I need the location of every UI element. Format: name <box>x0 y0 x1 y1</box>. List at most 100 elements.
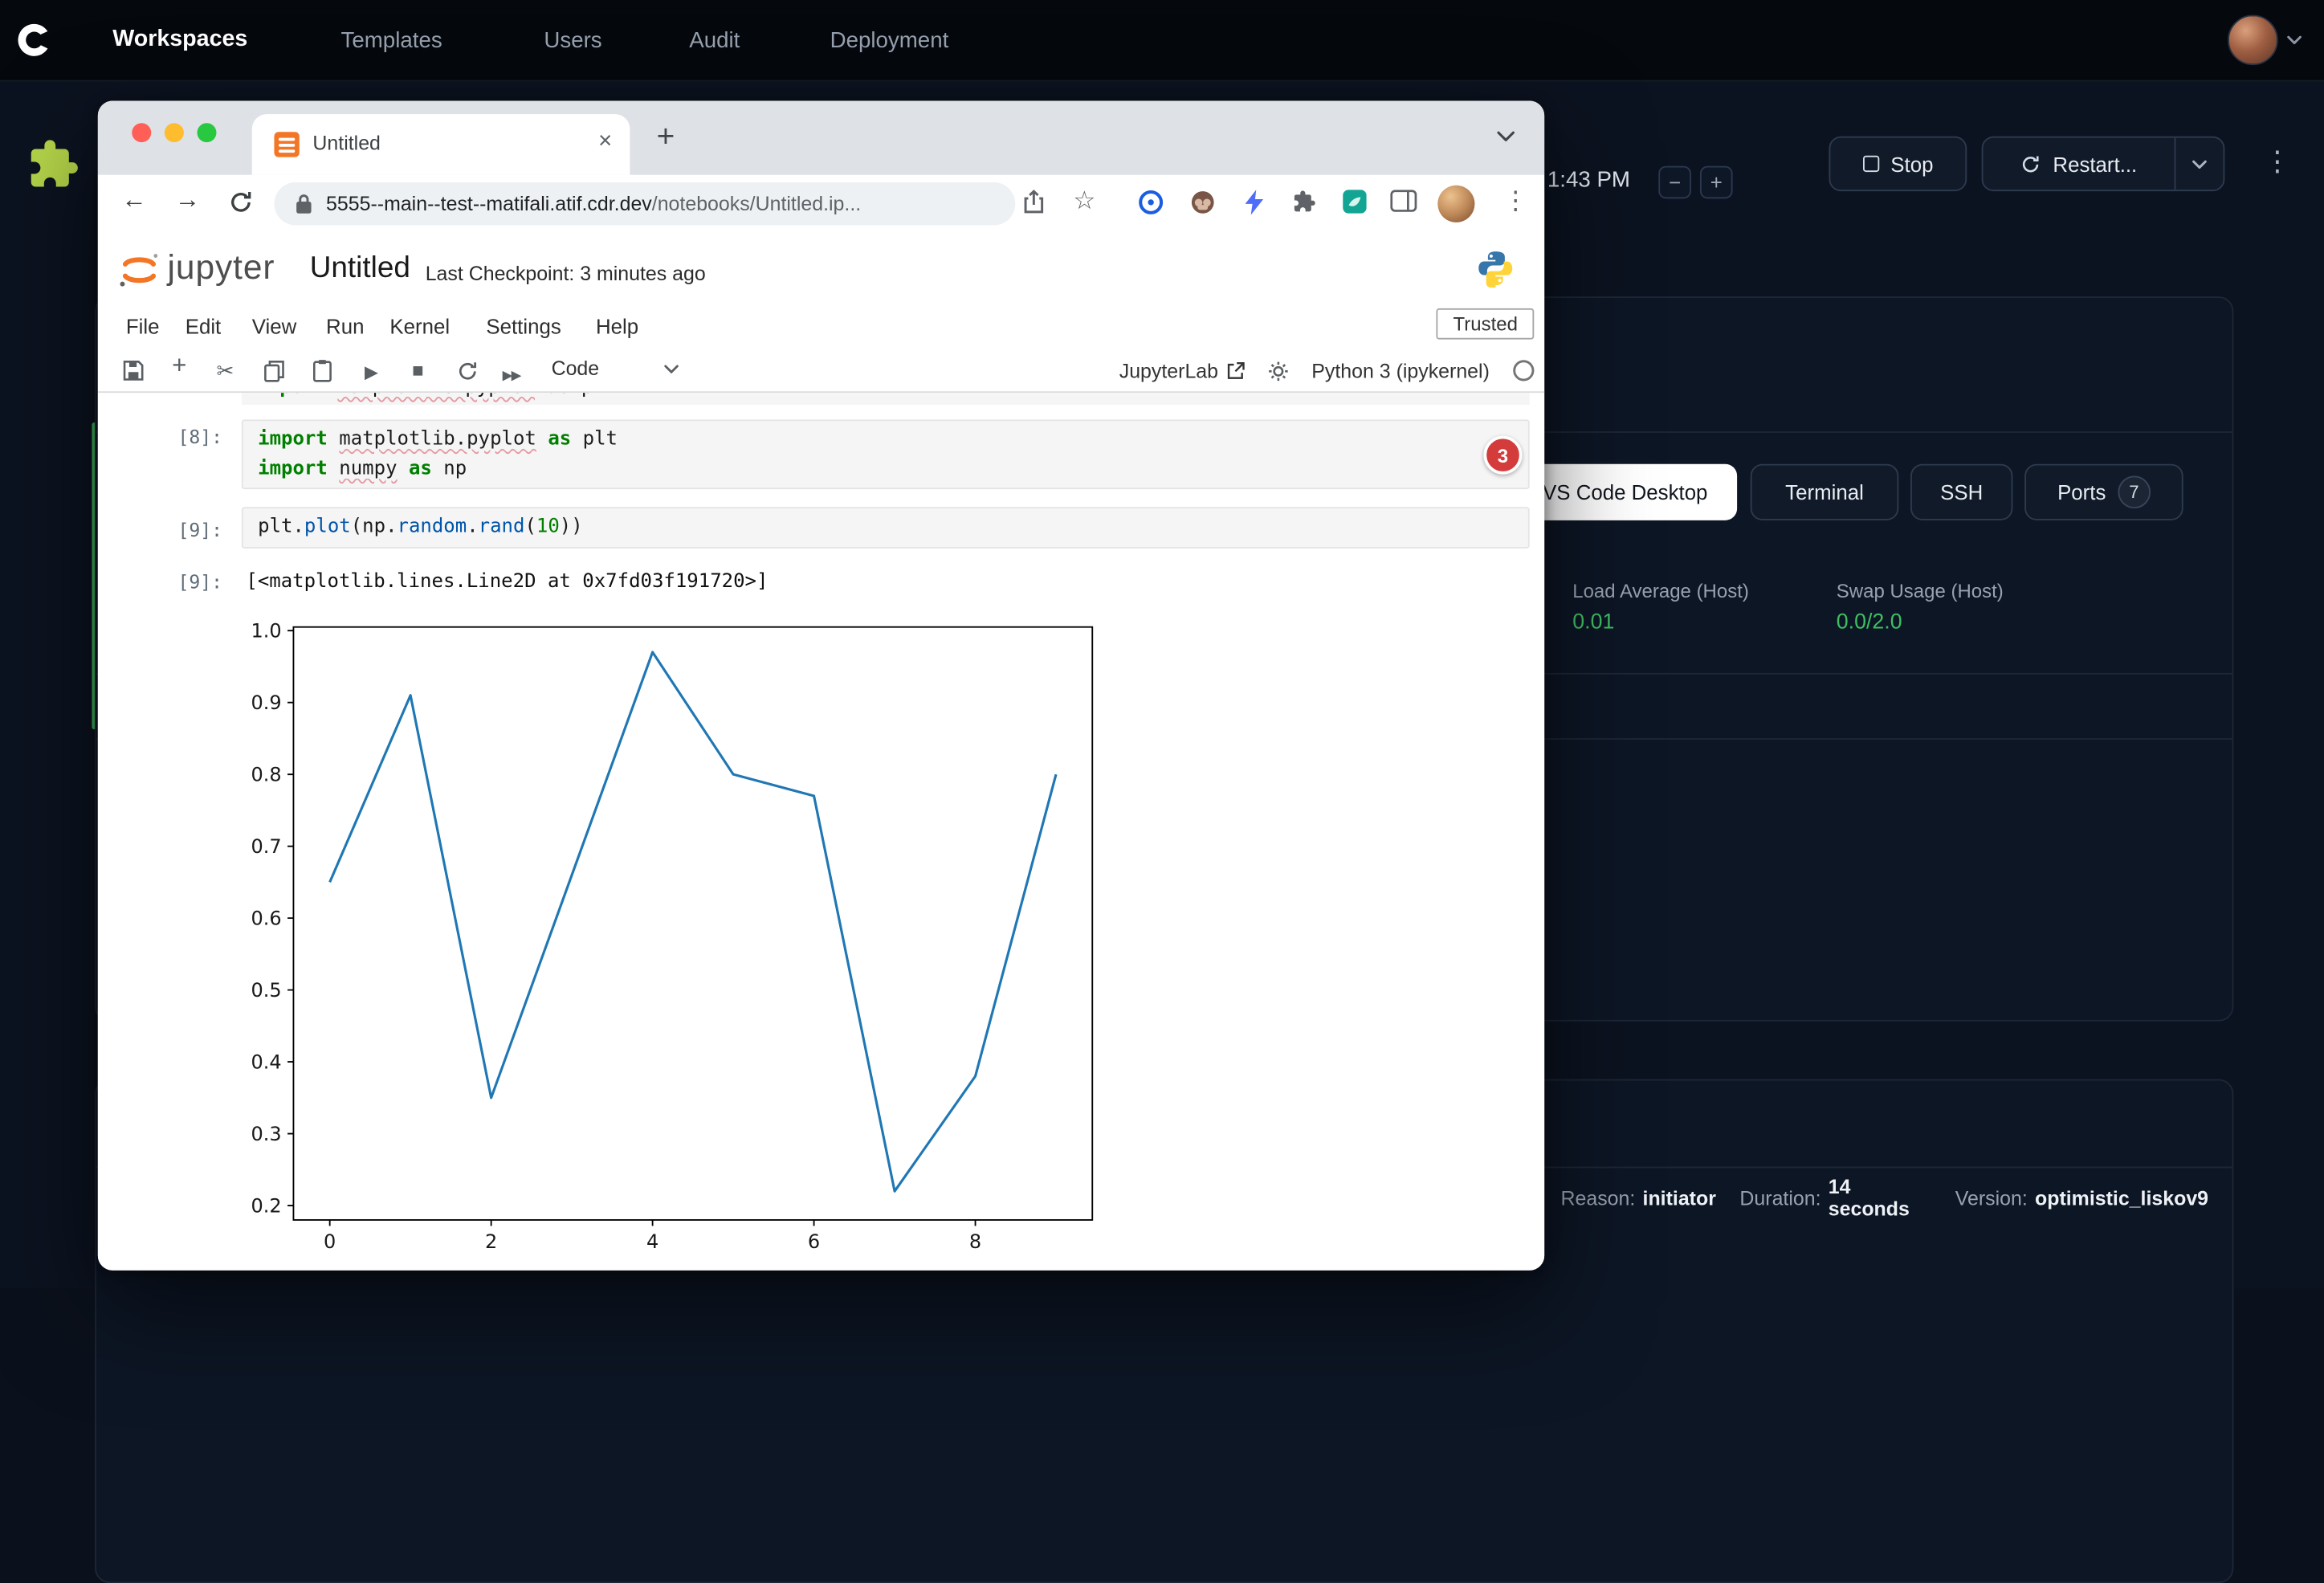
menu-edit[interactable]: Edit <box>186 314 222 338</box>
terminal-button[interactable]: Terminal <box>1751 464 1899 520</box>
browser-menu-kebab[interactable]: ⋮ <box>1502 187 1527 217</box>
nav-item-templates[interactable]: Templates <box>341 28 442 53</box>
notebook-title[interactable]: Untitled <box>310 252 410 286</box>
notebook-menubar: File Edit View Run Kernel Settings Help … <box>98 304 1544 348</box>
user-avatar[interactable] <box>2228 14 2278 65</box>
coder-logo-icon[interactable] <box>14 21 53 59</box>
jupyter-wordmark[interactable]: jupyter <box>168 247 275 288</box>
kernel-name[interactable]: Python 3 (ipykernel) <box>1311 360 1490 382</box>
checkpoint-status: Last Checkpoint: 3 minutes ago <box>426 263 706 285</box>
lightning-extension-icon[interactable] <box>1245 190 1264 214</box>
interrupt-kernel-icon[interactable]: ■ <box>412 359 424 383</box>
svg-text:0.4: 0.4 <box>251 1051 282 1073</box>
restart-kernel-icon[interactable] <box>456 360 479 382</box>
restart-icon <box>2020 153 2041 174</box>
new-tab-button[interactable]: + <box>657 120 675 155</box>
reason-value: initiator <box>1643 1186 1716 1209</box>
trusted-button[interactable]: Trusted <box>1437 308 1534 340</box>
copy-cell-icon[interactable] <box>264 360 285 382</box>
url-text: 5555--main--test--matifali.atif.cdr.dev/… <box>326 193 861 215</box>
kernel-status-icon <box>1512 359 1536 383</box>
vscode-desktop-button[interactable]: VS Code Desktop <box>1513 464 1737 520</box>
cut-cell-icon[interactable]: ✂ <box>216 359 234 383</box>
cell-type-select[interactable]: Code <box>552 357 679 380</box>
cell9-code-editor[interactable]: plt.plot(np.random.rand(10)) <box>242 507 1530 549</box>
extensions-puzzle-icon[interactable] <box>1292 190 1316 214</box>
onepassword-extension-icon[interactable] <box>1138 190 1163 214</box>
cell8-code-line2: import numpy as np <box>258 455 1513 485</box>
menu-settings[interactable]: Settings <box>486 314 561 338</box>
leaf-extension-icon[interactable] <box>1343 190 1367 214</box>
nav-item-workspaces[interactable]: Workspaces <box>112 27 247 53</box>
save-icon[interactable] <box>123 360 144 381</box>
menu-kernel[interactable]: Kernel <box>389 314 450 338</box>
bookmark-star-icon[interactable]: ☆ <box>1073 187 1095 217</box>
swap-usage-value: 0.0/2.0 <box>1837 610 1902 634</box>
clipped-cell-above[interactable]: import matplotlib.pyplot as plt <box>242 393 1530 405</box>
workspace-menu-kebab[interactable]: ⋮ <box>2263 145 2291 179</box>
run-cell-icon[interactable]: ▶ <box>365 360 378 384</box>
browser-tab[interactable]: Untitled × <box>252 114 630 175</box>
paste-cell-icon[interactable] <box>312 359 332 383</box>
tab-search-chevron-icon[interactable] <box>1497 130 1515 142</box>
close-tab-icon[interactable]: × <box>598 129 612 156</box>
jupyter-logo-icon[interactable] <box>117 247 161 292</box>
share-icon[interactable] <box>1023 188 1046 214</box>
restart-workspace-button[interactable]: Restart... <box>1983 138 2175 190</box>
svg-text:0.3: 0.3 <box>251 1123 282 1145</box>
ports-count-badge: 7 <box>2118 475 2151 508</box>
side-panel-icon[interactable] <box>1390 190 1417 212</box>
browser-toolbar: ← → 5555--main--test--matifali.atif.cdr.… <box>98 175 1544 233</box>
ports-button[interactable]: Ports 7 <box>2024 464 2183 520</box>
maximize-window-button[interactable] <box>197 123 216 142</box>
load-average-value: 0.01 <box>1572 610 1614 634</box>
browser-profile-avatar[interactable] <box>1437 186 1474 222</box>
svg-text:0.9: 0.9 <box>251 692 282 714</box>
add-cell-icon[interactable]: + <box>172 354 186 378</box>
top-navigation: Workspaces Templates Users Audit Deploym… <box>0 0 2324 82</box>
tab-title: Untitled <box>312 132 380 154</box>
open-in-jupyterlab-link[interactable]: JupyterLab <box>1119 360 1246 382</box>
url-host: 5555--main--test--matifali.atif.cdr.dev <box>326 193 652 215</box>
gear-icon[interactable] <box>1267 360 1290 382</box>
chevron-down-icon <box>664 364 679 373</box>
close-window-button[interactable] <box>132 123 151 142</box>
menu-help[interactable]: Help <box>596 314 638 338</box>
address-bar[interactable]: 5555--main--test--matifali.atif.cdr.dev/… <box>274 182 1015 226</box>
menu-view[interactable]: View <box>252 314 297 338</box>
ssh-button[interactable]: SSH <box>1910 464 2012 520</box>
decrease-button[interactable]: − <box>1658 166 1691 199</box>
build-metadata-row: Reason: initiator Duration: 14 seconds V… <box>1560 1176 2232 1220</box>
back-button[interactable]: ← <box>121 186 146 215</box>
restart-run-all-icon[interactable]: ▶▶ <box>503 363 520 387</box>
reload-button[interactable] <box>228 190 253 214</box>
nav-item-users[interactable]: Users <box>544 28 601 53</box>
svg-text:0: 0 <box>324 1230 336 1253</box>
cell9-output-repr: [<matplotlib.lines.Line2D at 0x7fd03f191… <box>246 571 768 594</box>
nav-item-audit[interactable]: Audit <box>689 28 740 53</box>
cell8-input-prompt: [8]: <box>177 426 222 448</box>
puzzle-extension-icon[interactable] <box>27 138 80 191</box>
version-value[interactable]: optimistic_liskov9 <box>2035 1186 2208 1209</box>
increase-button[interactable]: + <box>1700 166 1733 199</box>
svg-text:6: 6 <box>808 1230 820 1253</box>
svg-text:0.5: 0.5 <box>251 979 282 1002</box>
menu-file[interactable]: File <box>126 314 160 338</box>
monkey-extension-icon[interactable] <box>1190 190 1215 214</box>
stop-workspace-button[interactable]: Stop <box>1829 137 1967 191</box>
url-path: /notebooks/Untitled.ip... <box>652 193 861 215</box>
svg-text:0.6: 0.6 <box>251 907 282 929</box>
lock-icon <box>295 193 312 215</box>
svg-text:0.8: 0.8 <box>251 763 282 785</box>
forward-button[interactable]: → <box>175 186 200 215</box>
notebook-cells-area: import matplotlib.pyplot as plt [8]: imp… <box>98 393 1544 1271</box>
nav-item-deployment[interactable]: Deployment <box>830 28 949 53</box>
minimize-window-button[interactable] <box>165 123 184 142</box>
duration-value: 14 seconds <box>1829 1176 1931 1220</box>
chevron-down-icon[interactable] <box>2287 35 2302 44</box>
restart-options-button[interactable] <box>2175 138 2223 190</box>
cell8-code-editor[interactable]: import matplotlib.pyplot as plt import n… <box>242 419 1530 489</box>
version-label: Version: <box>1955 1186 2028 1209</box>
browser-window: Untitled × + ← → 5555--main--test- <box>98 101 1544 1271</box>
menu-run[interactable]: Run <box>326 314 364 338</box>
